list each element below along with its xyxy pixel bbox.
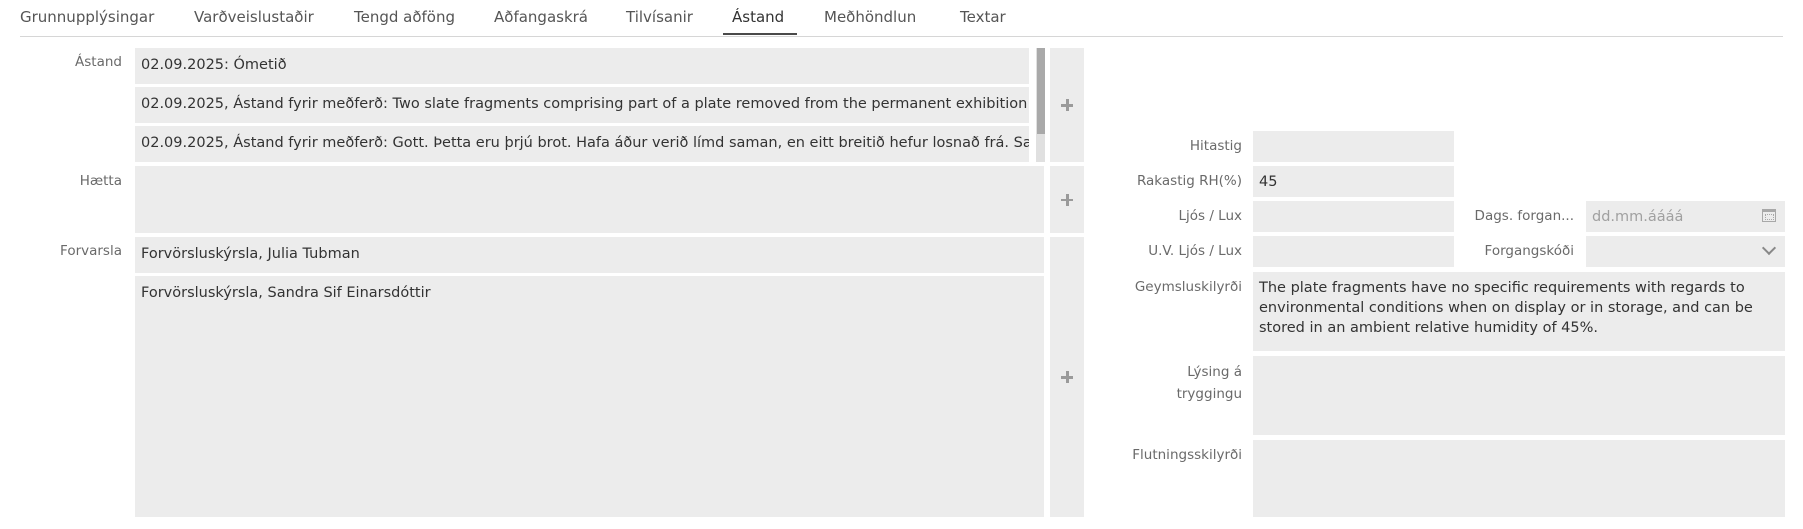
light-label: Ljós / Lux <box>1178 208 1242 224</box>
priority-code-label: Forgangskóði <box>1484 243 1574 259</box>
insurance-textarea[interactable] <box>1253 356 1785 435</box>
tab-tengd-adfong[interactable]: Tengd aðföng <box>354 8 455 26</box>
tab-astand[interactable]: Ástand <box>732 8 784 26</box>
add-conservation-button[interactable] <box>1050 237 1084 517</box>
hazard-list <box>135 166 1044 233</box>
priority-date-label: Dags. forgan... <box>1474 208 1574 224</box>
calendar-icon[interactable] <box>1762 209 1776 222</box>
conservation-row[interactable]: Forvörsluskýrsla, Julia Tubman <box>135 237 1044 273</box>
temperature-input[interactable] <box>1253 131 1454 162</box>
temperature-label: Hitastig <box>1189 138 1242 154</box>
active-tab-indicator <box>723 33 797 35</box>
light-input[interactable] <box>1253 201 1454 232</box>
storage-label: Geymsluskilyrði <box>1134 279 1242 295</box>
insurance-label-line2: tryggingu <box>1176 386 1242 402</box>
uv-light-input[interactable] <box>1253 236 1454 267</box>
condition-row[interactable]: 02.09.2025, Ástand fyrir meðferð: Two sl… <box>135 87 1029 123</box>
priority-date-input[interactable]: dd.mm.áááá <box>1586 201 1785 232</box>
add-condition-button[interactable] <box>1050 48 1084 162</box>
add-hazard-button[interactable] <box>1050 166 1084 233</box>
condition-label: Ástand <box>75 54 122 70</box>
tab-tilvisanir[interactable]: Tilvísanir <box>626 8 693 26</box>
conservation-label: Forvarsla <box>60 243 122 259</box>
transport-label: Flutningsskilyrði <box>1132 447 1242 463</box>
condition-row[interactable]: 02.09.2025: Ómetið <box>135 48 1029 84</box>
tab-bar: Grunnupplýsingar Varðveislustaðir Tengd … <box>20 0 1783 37</box>
tab-adfangaskra[interactable]: Aðfangaskrá <box>494 8 588 26</box>
plus-icon <box>1061 99 1073 111</box>
insurance-label-line1: Lýsing á <box>1187 364 1242 380</box>
tab-medhondlun[interactable]: Meðhöndlun <box>824 8 916 26</box>
uv-light-label: U.V. Ljós / Lux <box>1148 243 1242 259</box>
tab-grunnupplysingar[interactable]: Grunnupplýsingar <box>20 8 154 26</box>
plus-icon <box>1061 193 1073 206</box>
priority-code-select[interactable] <box>1586 236 1785 267</box>
humidity-label: Rakastig RH(%) <box>1136 173 1242 189</box>
conservation-row[interactable]: Forvörsluskýrsla, Sandra Sif Einarsdótti… <box>135 276 1044 517</box>
insurance-label: Lýsing á tryggingu <box>1177 361 1242 405</box>
storage-textarea[interactable]: The plate fragments have no specific req… <box>1253 272 1785 351</box>
tab-textar[interactable]: Textar <box>960 8 1006 26</box>
plus-icon <box>1061 371 1073 383</box>
transport-textarea[interactable] <box>1253 440 1785 517</box>
humidity-input[interactable]: 45 <box>1253 166 1454 197</box>
hazard-label: Hætta <box>79 173 122 189</box>
tab-vardveislustadir[interactable]: Varðveislustaðir <box>194 8 314 26</box>
condition-row[interactable]: 02.09.2025, Ástand fyrir meðferð: Gott. … <box>135 126 1029 162</box>
condition-scrollbar-thumb[interactable] <box>1037 48 1045 134</box>
